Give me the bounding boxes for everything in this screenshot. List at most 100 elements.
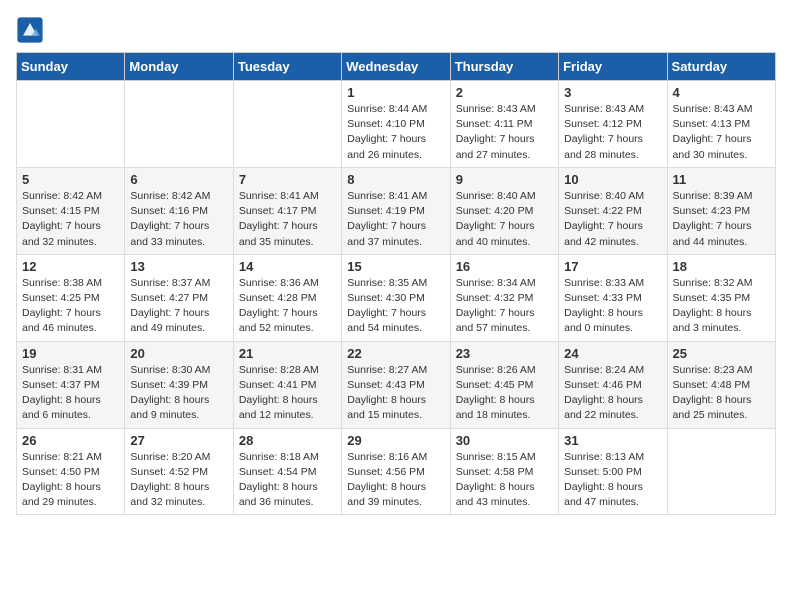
- calendar-day-11: 11 Sunrise: 8:39 AM Sunset: 4:23 PM Dayli…: [667, 167, 775, 254]
- calendar-day-21: 21 Sunrise: 8:28 AM Sunset: 4:41 PM Dayli…: [233, 341, 341, 428]
- calendar-day-27: 27Sunrise: 8:20 AM Sunset: 4:52 PM Dayli…: [125, 428, 233, 515]
- calendar-day-3: 3Sunrise: 8:43 AM Sunset: 4:12 PM Daylig…: [559, 81, 667, 168]
- day-info: Sunrise: 8:16 AM Sunset: 4:56 PM Dayligh…: [347, 450, 444, 511]
- calendar-day-12: 12 Sunrise: 8:38 AM Sunset: 4:25 PM Dayli…: [17, 254, 125, 341]
- day-number: 20: [130, 346, 227, 361]
- calendar-day-25: 25 Sunrise: 8:23 AM Sunset: 4:48 PM Dayli…: [667, 341, 775, 428]
- calendar-week-4: 26Sunrise: 8:21 AM Sunset: 4:50 PM Dayli…: [17, 428, 776, 515]
- day-info: Sunrise: 8:44 AM Sunset: 4:10 PM Dayligh…: [347, 102, 444, 163]
- day-info: Sunrise: 8:39 AM Sunset: 4:23 PM Dayligh…: [673, 189, 770, 250]
- day-info: Sunrise: 8:21 AM Sunset: 4:50 PM Dayligh…: [22, 450, 119, 511]
- day-number: 1: [347, 85, 444, 100]
- calendar-day-28: 28 Sunrise: 8:18 AM Sunset: 4:54 PM Dayli…: [233, 428, 341, 515]
- day-number: 7: [239, 172, 336, 187]
- day-number: 9: [456, 172, 553, 187]
- calendar-day-18: 18 Sunrise: 8:32 AM Sunset: 4:35 PM Dayli…: [667, 254, 775, 341]
- day-info: Sunrise: 8:41 AM Sunset: 4:19 PM Dayligh…: [347, 189, 444, 250]
- calendar-day-9: 9 Sunrise: 8:40 AM Sunset: 4:20 PM Daylig…: [450, 167, 558, 254]
- day-info: Sunrise: 8:37 AM Sunset: 4:27 PM Dayligh…: [130, 276, 227, 337]
- calendar-day-31: 31 Sunrise: 8:13 AM Sunset: 5:00 PM Dayli…: [559, 428, 667, 515]
- calendar: SundayMondayTuesdayWednesdayThursdayFrid…: [16, 52, 776, 515]
- day-info: Sunrise: 8:42 AM Sunset: 4:16 PM Dayligh…: [130, 189, 227, 250]
- day-info: Sunrise: 8:36 AM Sunset: 4:28 PM Dayligh…: [239, 276, 336, 337]
- day-info: Sunrise: 8:26 AM Sunset: 4:45 PM Dayligh…: [456, 363, 553, 424]
- day-info: Sunrise: 8:15 AM Sunset: 4:58 PM Dayligh…: [456, 450, 553, 511]
- calendar-header-row: SundayMondayTuesdayWednesdayThursdayFrid…: [17, 53, 776, 81]
- day-number: 11: [673, 172, 770, 187]
- logo-icon: [16, 16, 44, 44]
- calendar-day-5: 5 Sunrise: 8:42 AM Sunset: 4:15 PM Daylig…: [17, 167, 125, 254]
- calendar-day-2: 2Sunrise: 8:43 AM Sunset: 4:11 PM Daylig…: [450, 81, 558, 168]
- day-info: Sunrise: 8:43 AM Sunset: 4:13 PM Dayligh…: [673, 102, 770, 163]
- calendar-day-22: 22 Sunrise: 8:27 AM Sunset: 4:43 PM Dayli…: [342, 341, 450, 428]
- day-number: 29: [347, 433, 444, 448]
- day-info: Sunrise: 8:20 AM Sunset: 4:52 PM Dayligh…: [130, 450, 227, 511]
- calendar-week-0: 1 Sunrise: 8:44 AM Sunset: 4:10 PM Daylig…: [17, 81, 776, 168]
- day-header-thursday: Thursday: [450, 53, 558, 81]
- calendar-day-4: 4 Sunrise: 8:43 AM Sunset: 4:13 PM Daylig…: [667, 81, 775, 168]
- day-number: 24: [564, 346, 661, 361]
- day-info: Sunrise: 8:34 AM Sunset: 4:32 PM Dayligh…: [456, 276, 553, 337]
- day-header-monday: Monday: [125, 53, 233, 81]
- day-number: 28: [239, 433, 336, 448]
- day-number: 30: [456, 433, 553, 448]
- logo: [16, 16, 48, 44]
- calendar-empty-cell: [17, 81, 125, 168]
- day-info: Sunrise: 8:38 AM Sunset: 4:25 PM Dayligh…: [22, 276, 119, 337]
- day-info: Sunrise: 8:40 AM Sunset: 4:22 PM Dayligh…: [564, 189, 661, 250]
- day-info: Sunrise: 8:41 AM Sunset: 4:17 PM Dayligh…: [239, 189, 336, 250]
- day-number: 22: [347, 346, 444, 361]
- day-number: 6: [130, 172, 227, 187]
- day-info: Sunrise: 8:24 AM Sunset: 4:46 PM Dayligh…: [564, 363, 661, 424]
- day-number: 17: [564, 259, 661, 274]
- day-header-sunday: Sunday: [17, 53, 125, 81]
- day-info: Sunrise: 8:32 AM Sunset: 4:35 PM Dayligh…: [673, 276, 770, 337]
- day-number: 25: [673, 346, 770, 361]
- calendar-week-3: 19 Sunrise: 8:31 AM Sunset: 4:37 PM Dayli…: [17, 341, 776, 428]
- calendar-day-23: 23 Sunrise: 8:26 AM Sunset: 4:45 PM Dayli…: [450, 341, 558, 428]
- day-info: Sunrise: 8:31 AM Sunset: 4:37 PM Dayligh…: [22, 363, 119, 424]
- calendar-day-10: 10 Sunrise: 8:40 AM Sunset: 4:22 PM Dayli…: [559, 167, 667, 254]
- day-number: 2: [456, 85, 553, 100]
- day-number: 13: [130, 259, 227, 274]
- day-number: 10: [564, 172, 661, 187]
- day-info: Sunrise: 8:13 AM Sunset: 5:00 PM Dayligh…: [564, 450, 661, 511]
- day-info: Sunrise: 8:33 AM Sunset: 4:33 PM Dayligh…: [564, 276, 661, 337]
- day-info: Sunrise: 8:27 AM Sunset: 4:43 PM Dayligh…: [347, 363, 444, 424]
- calendar-empty-cell: [233, 81, 341, 168]
- day-number: 5: [22, 172, 119, 187]
- day-header-saturday: Saturday: [667, 53, 775, 81]
- calendar-week-2: 12 Sunrise: 8:38 AM Sunset: 4:25 PM Dayli…: [17, 254, 776, 341]
- calendar-day-19: 19 Sunrise: 8:31 AM Sunset: 4:37 PM Dayli…: [17, 341, 125, 428]
- day-number: 15: [347, 259, 444, 274]
- header: [16, 16, 776, 44]
- day-number: 23: [456, 346, 553, 361]
- calendar-day-14: 14Sunrise: 8:36 AM Sunset: 4:28 PM Dayli…: [233, 254, 341, 341]
- day-info: Sunrise: 8:43 AM Sunset: 4:12 PM Dayligh…: [564, 102, 661, 163]
- day-number: 16: [456, 259, 553, 274]
- calendar-day-6: 6 Sunrise: 8:42 AM Sunset: 4:16 PM Daylig…: [125, 167, 233, 254]
- day-number: 4: [673, 85, 770, 100]
- day-number: 18: [673, 259, 770, 274]
- day-info: Sunrise: 8:28 AM Sunset: 4:41 PM Dayligh…: [239, 363, 336, 424]
- calendar-day-30: 30 Sunrise: 8:15 AM Sunset: 4:58 PM Dayli…: [450, 428, 558, 515]
- calendar-day-24: 24 Sunrise: 8:24 AM Sunset: 4:46 PM Dayli…: [559, 341, 667, 428]
- day-number: 12: [22, 259, 119, 274]
- day-info: Sunrise: 8:30 AM Sunset: 4:39 PM Dayligh…: [130, 363, 227, 424]
- calendar-day-1: 1 Sunrise: 8:44 AM Sunset: 4:10 PM Daylig…: [342, 81, 450, 168]
- day-number: 31: [564, 433, 661, 448]
- day-info: Sunrise: 8:35 AM Sunset: 4:30 PM Dayligh…: [347, 276, 444, 337]
- day-info: Sunrise: 8:18 AM Sunset: 4:54 PM Dayligh…: [239, 450, 336, 511]
- day-number: 8: [347, 172, 444, 187]
- day-number: 19: [22, 346, 119, 361]
- calendar-day-29: 29 Sunrise: 8:16 AM Sunset: 4:56 PM Dayli…: [342, 428, 450, 515]
- calendar-empty-cell: [667, 428, 775, 515]
- calendar-day-15: 15 Sunrise: 8:35 AM Sunset: 4:30 PM Dayli…: [342, 254, 450, 341]
- day-info: Sunrise: 8:42 AM Sunset: 4:15 PM Dayligh…: [22, 189, 119, 250]
- day-number: 21: [239, 346, 336, 361]
- calendar-day-26: 26Sunrise: 8:21 AM Sunset: 4:50 PM Dayli…: [17, 428, 125, 515]
- calendar-day-13: 13 Sunrise: 8:37 AM Sunset: 4:27 PM Dayli…: [125, 254, 233, 341]
- day-info: Sunrise: 8:23 AM Sunset: 4:48 PM Dayligh…: [673, 363, 770, 424]
- day-info: Sunrise: 8:40 AM Sunset: 4:20 PM Dayligh…: [456, 189, 553, 250]
- calendar-week-1: 5 Sunrise: 8:42 AM Sunset: 4:15 PM Daylig…: [17, 167, 776, 254]
